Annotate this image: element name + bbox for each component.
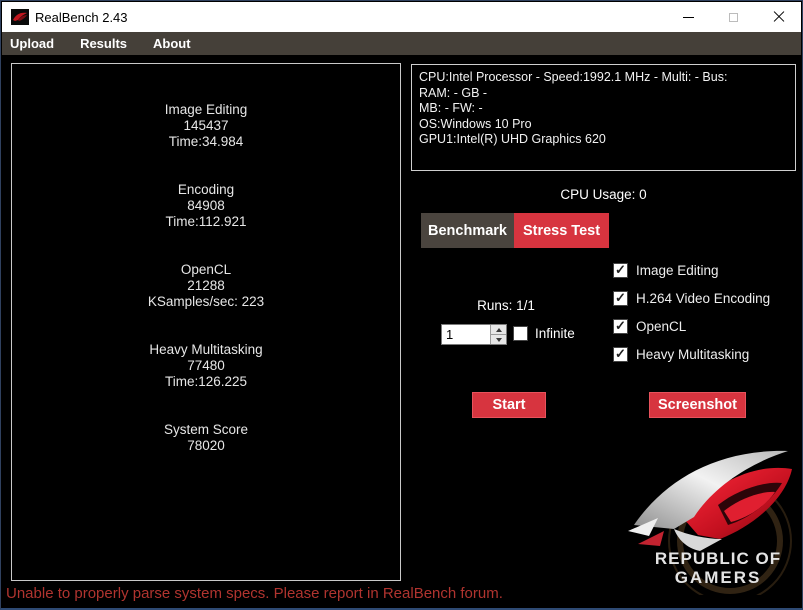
result-score: 84908 [12, 198, 400, 214]
result-system-score: System Score 78020 [12, 422, 400, 454]
result-encoding: Encoding 84908 Time:112.921 [12, 182, 400, 230]
system-specs-box: CPU:Intel Processor - Speed:1992.1 MHz -… [411, 64, 796, 171]
menu-about[interactable]: About [140, 32, 204, 55]
checkbox-label: Image Editing [636, 263, 719, 278]
checkbox-icon[interactable] [613, 263, 628, 278]
checkbox-opencl[interactable]: OpenCL [613, 318, 770, 334]
minimize-icon [683, 17, 694, 18]
checkbox-icon[interactable] [613, 319, 628, 334]
tab-stress-test[interactable]: Stress Test [514, 213, 609, 248]
spec-ram: RAM: - GB - [419, 86, 788, 102]
stepper-up-button[interactable] [491, 325, 506, 334]
start-button[interactable]: Start [472, 392, 546, 418]
result-detail: KSamples/sec: 223 [12, 294, 400, 310]
result-detail: Time:34.984 [12, 134, 400, 150]
spec-cpu: CPU:Intel Processor - Speed:1992.1 MHz -… [419, 70, 788, 86]
chevron-down-icon [496, 338, 502, 342]
close-button[interactable] [756, 2, 801, 32]
result-name: System Score [12, 422, 400, 438]
window-controls [666, 2, 801, 32]
checkbox-label: H.264 Video Encoding [636, 291, 770, 306]
checkbox-h264-video-encoding[interactable]: H.264 Video Encoding [613, 290, 770, 306]
close-icon [773, 11, 785, 23]
status-message: Unable to properly parse system specs. P… [6, 585, 503, 602]
result-name: OpenCL [12, 262, 400, 278]
menu-bar: Upload Results About [2, 32, 801, 55]
test-checkbox-list: Image Editing H.264 Video Encoding OpenC… [613, 262, 770, 374]
minimize-button[interactable] [666, 2, 711, 32]
window-title: RealBench 2.43 [35, 10, 128, 25]
runs-label: Runs: 1/1 [441, 298, 571, 313]
chevron-up-icon [496, 328, 502, 332]
result-score: 77480 [12, 358, 400, 374]
runs-input[interactable] [442, 325, 490, 344]
rog-eye [628, 451, 792, 551]
tab-benchmark[interactable]: Benchmark [421, 213, 514, 248]
checkbox-icon[interactable] [513, 326, 528, 341]
spec-os: OS:Windows 10 Pro [419, 117, 788, 133]
result-detail: Time:112.921 [12, 214, 400, 230]
checkbox-label: Heavy Multitasking [636, 347, 749, 362]
stepper-buttons [490, 325, 506, 344]
realbench-window: RealBench 2.43 Upload Results About Imag… [0, 0, 803, 610]
result-name: Image Editing [12, 102, 400, 118]
result-name: Encoding [12, 182, 400, 198]
rog-app-icon [11, 9, 29, 25]
logo-text-line2: GAMERS [675, 568, 762, 587]
menu-results[interactable]: Results [67, 32, 140, 55]
screenshot-button[interactable]: Screenshot [649, 392, 746, 418]
spec-gpu: GPU1:Intel(R) UHD Graphics 620 [419, 132, 788, 148]
checkbox-image-editing[interactable]: Image Editing [613, 262, 770, 278]
stepper-down-button[interactable] [491, 334, 506, 344]
result-opencl: OpenCL 21288 KSamples/sec: 223 [12, 262, 400, 310]
checkbox-heavy-multitasking[interactable]: Heavy Multitasking [613, 346, 770, 362]
logo-text-line1: REPUBLIC OF [655, 549, 781, 568]
checkbox-label: OpenCL [636, 319, 686, 334]
checkbox-icon[interactable] [613, 347, 628, 362]
titlebar: RealBench 2.43 [2, 2, 801, 32]
results-panel: Image Editing 145437 Time:34.984 Encodin… [11, 63, 401, 581]
result-name: Heavy Multitasking [12, 342, 400, 358]
spec-mb: MB: - FW: - [419, 101, 788, 117]
maximize-button[interactable] [711, 2, 756, 32]
checkbox-icon[interactable] [613, 291, 628, 306]
result-detail: Time:126.225 [12, 374, 400, 390]
result-image-editing: Image Editing 145437 Time:34.984 [12, 102, 400, 150]
checkbox-infinite[interactable]: Infinite [513, 326, 575, 341]
result-score: 78020 [12, 438, 400, 454]
runs-stepper[interactable] [441, 324, 507, 345]
cpu-usage-label: CPU Usage: 0 [411, 187, 796, 202]
result-score: 145437 [12, 118, 400, 134]
result-score: 21288 [12, 278, 400, 294]
result-heavy-multitasking: Heavy Multitasking 77480 Time:126.225 [12, 342, 400, 390]
menu-upload[interactable]: Upload [2, 32, 67, 55]
checkbox-label: Infinite [535, 326, 575, 341]
rog-logo: REPUBLIC OF GAMERS [618, 423, 800, 595]
maximize-icon [729, 13, 738, 22]
mode-tabs: Benchmark Stress Test [421, 213, 609, 248]
